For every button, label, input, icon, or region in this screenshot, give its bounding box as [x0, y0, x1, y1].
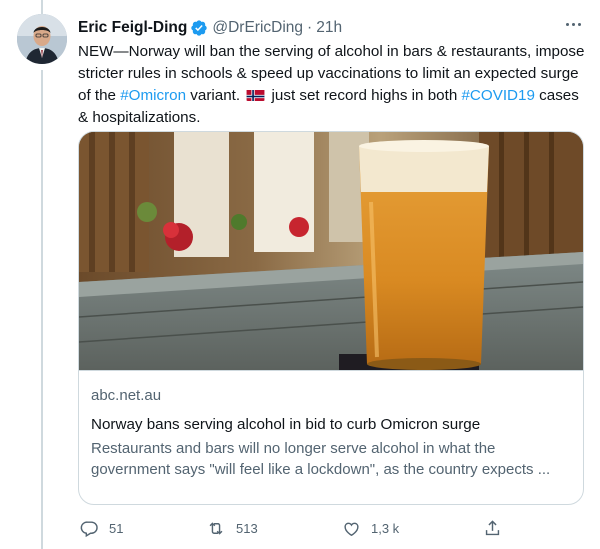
thread-line [41, 70, 43, 549]
hashtag-covid19[interactable]: #COVID19 [461, 87, 534, 104]
like-icon [342, 519, 361, 538]
retweet-icon [206, 519, 226, 538]
retweet-count: 513 [236, 520, 258, 536]
timestamp[interactable]: 21h [316, 19, 342, 37]
tweet-actions: 51 513 1,3 k [78, 516, 508, 540]
tweet-text: NEW—Norway will ban the serving of alcoh… [78, 41, 586, 129]
like-button[interactable]: 1,3 k [342, 516, 399, 540]
card-title: Norway bans serving alcohol in bid to cu… [91, 416, 481, 433]
thread-line-top [41, 0, 43, 14]
author-name[interactable]: Eric Feigl-Ding [78, 19, 187, 37]
share-icon [483, 519, 502, 538]
tweet-header: Eric Feigl-Ding @DrEricDing · 21h [78, 17, 342, 39]
card-image[interactable] [79, 132, 583, 370]
reply-icon [80, 519, 99, 538]
card-domain: abc.net.au [91, 387, 162, 404]
hashtag-omicron[interactable]: #Omicron [120, 87, 186, 104]
tweet-text-part: variant. [186, 87, 245, 104]
retweet-button[interactable]: 513 [206, 516, 258, 540]
reply-button[interactable]: 51 [80, 516, 123, 540]
separator-dot: · [307, 19, 313, 36]
author-handle[interactable]: @DrEricDing [212, 19, 303, 37]
norway-flag-icon [246, 88, 265, 101]
share-button[interactable] [483, 516, 502, 540]
like-count: 1,3 k [371, 520, 400, 536]
card-body[interactable]: abc.net.au Norway bans serving alcohol i… [79, 370, 583, 504]
verified-badge-icon [190, 19, 208, 37]
tweet-text-part: just set record highs in both [267, 87, 462, 104]
avatar[interactable] [17, 14, 67, 64]
reply-count: 51 [109, 520, 124, 536]
card-description: Restaurants and bars will no longer serv… [91, 440, 551, 478]
more-options-icon[interactable] [562, 15, 584, 33]
link-preview-card[interactable]: abc.net.au Norway bans serving alcohol i… [78, 131, 584, 505]
